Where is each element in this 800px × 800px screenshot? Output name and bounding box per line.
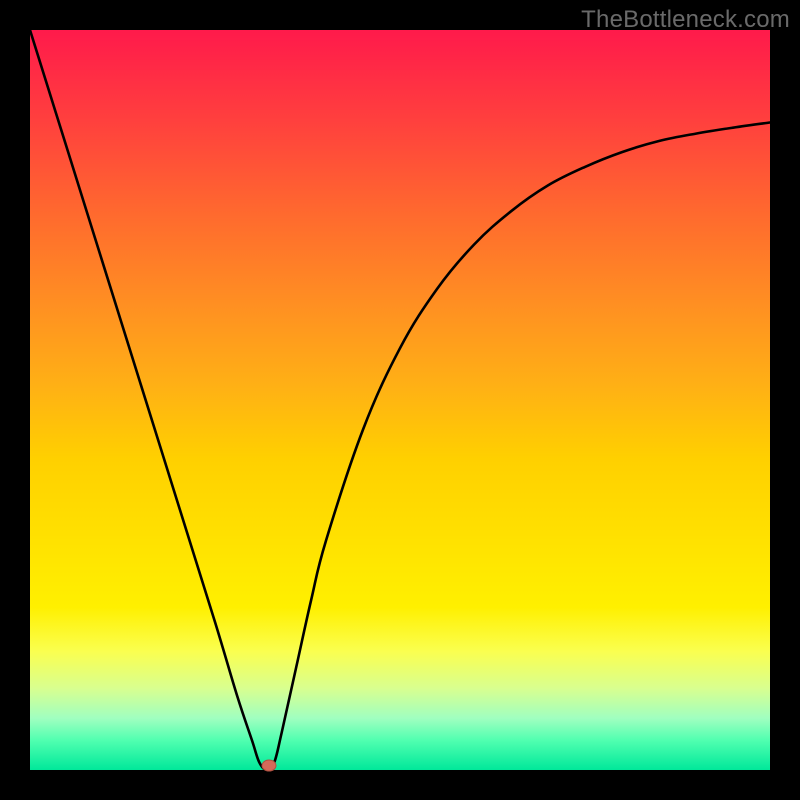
curve-svg bbox=[30, 30, 770, 770]
chart-frame: TheBottleneck.com bbox=[0, 0, 800, 800]
watermark-text: TheBottleneck.com bbox=[581, 6, 790, 34]
plot-area bbox=[30, 30, 770, 770]
bottleneck-curve bbox=[30, 30, 770, 770]
min-marker bbox=[262, 760, 276, 771]
